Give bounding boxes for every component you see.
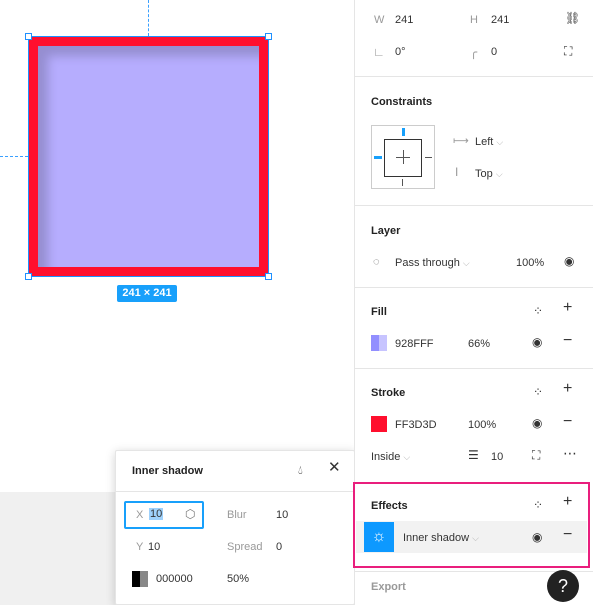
section-divider	[354, 368, 593, 369]
chevron-down-icon: ⌵	[403, 452, 411, 462]
effect-type-value: Inner shadow	[403, 532, 470, 544]
vertical-constraint-icon: I	[455, 165, 459, 179]
add-effect-icon[interactable]: +	[563, 494, 572, 510]
export-title: Export	[371, 581, 406, 593]
eye-icon[interactable]: ◉	[532, 531, 542, 543]
fill-hex[interactable]: 928FFF	[395, 338, 434, 350]
constraint-top-bar[interactable]	[402, 128, 405, 136]
remove-stroke-icon[interactable]: −	[563, 414, 572, 430]
inner-shadow-popup: Inner shadow 💧︎ ✕ X 10 ⬡ Blur 10 Y 10 Sp…	[115, 450, 355, 605]
x-label: X	[136, 509, 144, 521]
spread-label: Spread	[227, 541, 263, 553]
vertical-constraint-value: Top	[475, 168, 493, 180]
constraint-bottom-bar[interactable]	[402, 179, 403, 186]
chevron-down-icon: ⌵	[495, 169, 503, 179]
corner-radius-icon: ╭	[470, 45, 478, 59]
effect-type-select[interactable]: Inner shadow ⌵	[403, 532, 479, 544]
stroke-hex[interactable]: FF3D3D	[395, 419, 437, 431]
horizontal-constraint-value: Left	[475, 136, 494, 148]
height-label: H	[470, 14, 478, 26]
eye-icon[interactable]: ◉	[532, 336, 542, 348]
selected-rectangle[interactable]	[29, 37, 268, 276]
y-value[interactable]: 10	[148, 541, 160, 553]
stroke-opacity[interactable]: 100%	[468, 419, 496, 431]
vertical-constraint-select[interactable]: Top ⌵	[475, 168, 503, 180]
blend-mode-value: Pass through	[395, 257, 460, 269]
remove-fill-icon[interactable]: −	[563, 333, 572, 349]
styles-grid-icon[interactable]: ⁘	[533, 499, 543, 511]
blend-drop-icon: ◌	[373, 256, 380, 268]
layer-opacity[interactable]: 100%	[516, 257, 544, 269]
section-divider	[354, 205, 593, 206]
height-value[interactable]: 241	[491, 14, 509, 26]
independent-corners-icon[interactable]: ⛶	[564, 45, 572, 57]
popup-title: Inner shadow	[132, 465, 203, 477]
rotation-icon: ∟	[373, 45, 385, 59]
fill-color-swatch[interactable]	[371, 335, 387, 351]
corner-radius-value[interactable]: 0	[491, 46, 497, 58]
add-stroke-icon[interactable]: +	[563, 381, 572, 397]
constraint-center-v	[403, 150, 404, 164]
section-divider	[354, 76, 593, 77]
horizontal-guide-line	[0, 156, 28, 157]
resize-handle-top-right[interactable]	[265, 33, 272, 40]
shadow-opacity[interactable]: 50%	[227, 573, 249, 585]
width-value[interactable]: 241	[395, 14, 413, 26]
stroke-color-swatch[interactable]	[371, 416, 387, 432]
constrain-proportions-icon[interactable]: ⛓	[565, 12, 580, 24]
fill-title: Fill	[371, 306, 387, 318]
horizontal-constraint-select[interactable]: Left ⌵	[475, 136, 503, 148]
chevron-down-icon: ⌵	[472, 533, 479, 543]
blend-mode-drop-icon[interactable]: 💧︎	[298, 464, 303, 476]
remove-effect-icon[interactable]: −	[563, 527, 572, 543]
x-value[interactable]: 10	[149, 508, 164, 520]
size-badge: 241 × 241	[117, 285, 177, 302]
vertical-guide-line	[148, 0, 149, 36]
effect-settings-sun-icon[interactable]: ☼	[364, 522, 394, 552]
section-divider	[354, 287, 593, 288]
shadow-color-swatch[interactable]	[132, 571, 148, 587]
chevron-down-icon: ⌵	[496, 137, 504, 147]
shadow-color-hex[interactable]: 000000	[156, 573, 193, 585]
stroke-weight[interactable]: 10	[491, 451, 503, 463]
width-label: W	[374, 14, 385, 26]
stroke-position-value: Inside	[371, 451, 401, 463]
more-options-icon[interactable]: ⋯	[563, 446, 577, 460]
stroke-title: Stroke	[371, 387, 406, 399]
resize-handle-bottom-right[interactable]	[265, 273, 272, 280]
resize-handle-top-left[interactable]	[25, 33, 32, 40]
styles-grid-icon[interactable]: ⁘	[533, 305, 543, 317]
popup-divider	[116, 491, 354, 492]
constraints-title: Constraints	[371, 96, 433, 108]
rotation-value[interactable]: 0°	[395, 46, 406, 58]
individual-strokes-icon[interactable]: ⛶	[532, 449, 540, 461]
target-icon[interactable]: ⬡	[185, 508, 195, 520]
close-icon[interactable]: ✕	[328, 460, 341, 475]
help-button[interactable]: ?	[547, 570, 579, 602]
stroke-position-select[interactable]: Inside ⌵	[371, 451, 410, 463]
eye-icon[interactable]: ◉	[532, 417, 542, 429]
layer-title: Layer	[371, 225, 401, 237]
effects-title: Effects	[371, 500, 408, 512]
blur-value[interactable]: 10	[276, 509, 288, 521]
add-fill-icon[interactable]: +	[563, 300, 572, 316]
blur-label: Blur	[227, 509, 247, 521]
blend-mode-select[interactable]: Pass through ⌵	[395, 257, 470, 269]
y-label: Y	[136, 541, 144, 553]
styles-grid-icon[interactable]: ⁘	[533, 386, 543, 398]
horizontal-constraint-icon: ⟼	[453, 135, 469, 147]
spread-value[interactable]: 0	[276, 541, 282, 553]
constraint-right-bar[interactable]	[425, 157, 432, 158]
fill-opacity[interactable]: 66%	[468, 338, 490, 350]
chevron-down-icon: ⌵	[462, 258, 470, 268]
resize-handle-bottom-left[interactable]	[25, 273, 32, 280]
constraint-left-bar[interactable]	[374, 156, 382, 159]
eye-icon[interactable]: ◉	[564, 255, 574, 267]
stroke-weight-icon: ☰	[468, 448, 479, 462]
